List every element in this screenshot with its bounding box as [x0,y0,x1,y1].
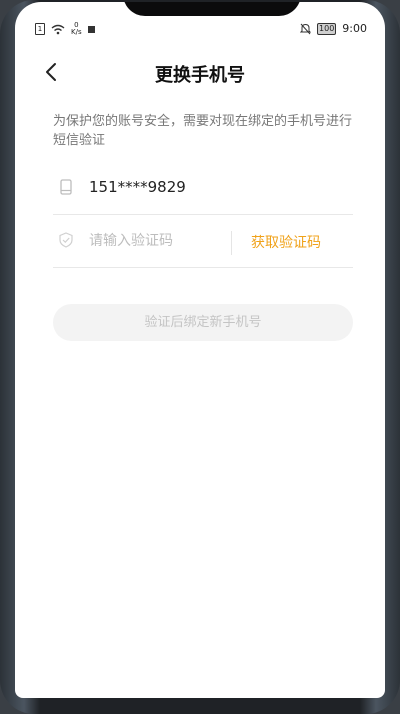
network-speed: 0 K/s [71,21,82,36]
wifi-icon [51,24,65,34]
app-screen: 1 0 K/s 100 9:00 更换手机号 为保护您的账号安全，需要对现在绑定… [15,2,385,698]
shield-check-icon [59,232,73,248]
field-divider [231,231,232,255]
bind-new-phone-button[interactable]: 验证后绑定新手机号 [53,304,353,341]
status-bar: 1 0 K/s 100 9:00 [15,18,385,40]
page-header: 更换手机号 [15,58,385,88]
clock: 9:00 [342,22,367,35]
page-title: 更换手机号 [155,65,245,86]
masked-phone-number: 151****9829 [89,178,186,196]
phone-number-row: 151****9829 [53,164,353,215]
battery-indicator: 100 [317,22,337,35]
get-code-button[interactable]: 获取验证码 [251,232,321,252]
verification-code-input[interactable] [89,229,219,253]
camera-notch [123,2,301,16]
sim-icon: 1 [35,23,45,35]
phone-icon [60,179,72,195]
bell-muted-icon [300,23,312,34]
chevron-left-icon[interactable] [39,58,67,86]
notification-square-icon [87,25,95,33]
verification-code-row: 获取验证码 [53,217,353,268]
verification-description: 为保护您的账号安全，需要对现在绑定的手机号进行短信验证 [53,114,353,148]
